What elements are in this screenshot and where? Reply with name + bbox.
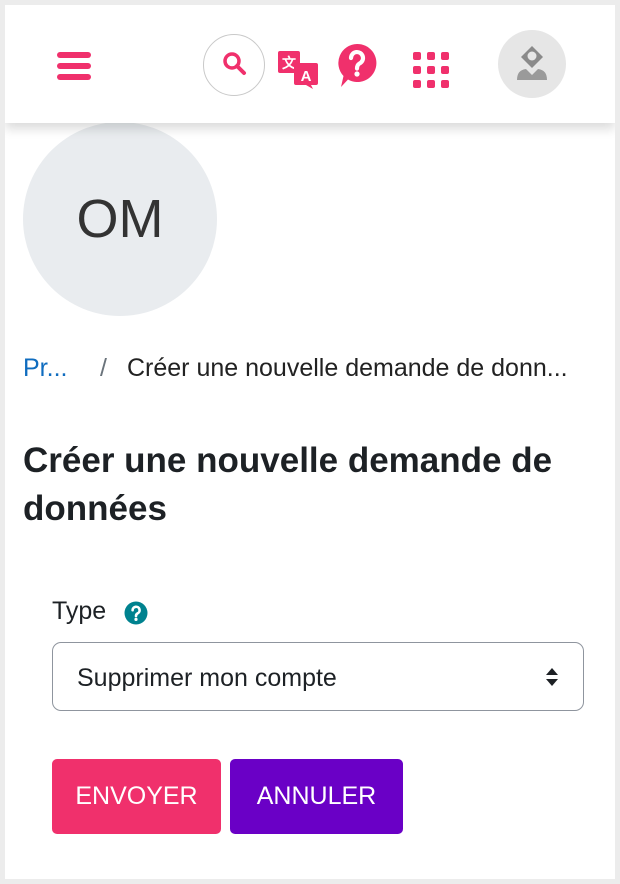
hamburger-menu-icon[interactable] <box>57 52 91 80</box>
help-icon[interactable] <box>337 43 377 89</box>
type-label: Type <box>52 597 107 625</box>
breadcrumb-current: Créer une nouvelle demande de donn... <box>127 354 568 382</box>
user-avatar-icon <box>517 46 547 80</box>
svg-text:A: A <box>301 68 312 85</box>
breadcrumb-link[interactable]: Pr... <box>23 354 67 383</box>
translate-icon[interactable]: 文 A <box>277 50 319 90</box>
type-select[interactable]: Supprimer mon compte <box>52 642 584 711</box>
cancel-button[interactable]: ANNULER <box>230 759 403 834</box>
type-select-value: Supprimer mon compte <box>77 664 337 692</box>
apps-grid-icon[interactable] <box>412 51 450 89</box>
profile-avatar: OM <box>23 122 217 316</box>
breadcrumb: Pr... / Créer une nouvelle demande de do… <box>23 354 615 386</box>
breadcrumb-separator: / <box>100 354 107 382</box>
profile-initials: OM <box>76 189 164 249</box>
question-circle-icon[interactable] <box>124 601 148 625</box>
top-navbar: 文 A <box>5 5 615 123</box>
sort-arrows-icon <box>546 668 558 686</box>
submit-button[interactable]: ENVOYER <box>52 759 221 834</box>
page-frame: 文 A OM Pr... / Créer une nouvelle demand… <box>5 5 615 879</box>
search-button[interactable] <box>203 34 265 96</box>
user-menu-button[interactable] <box>498 30 566 98</box>
page-title: Créer une nouvelle demande de données <box>23 441 553 528</box>
search-icon <box>223 52 246 75</box>
